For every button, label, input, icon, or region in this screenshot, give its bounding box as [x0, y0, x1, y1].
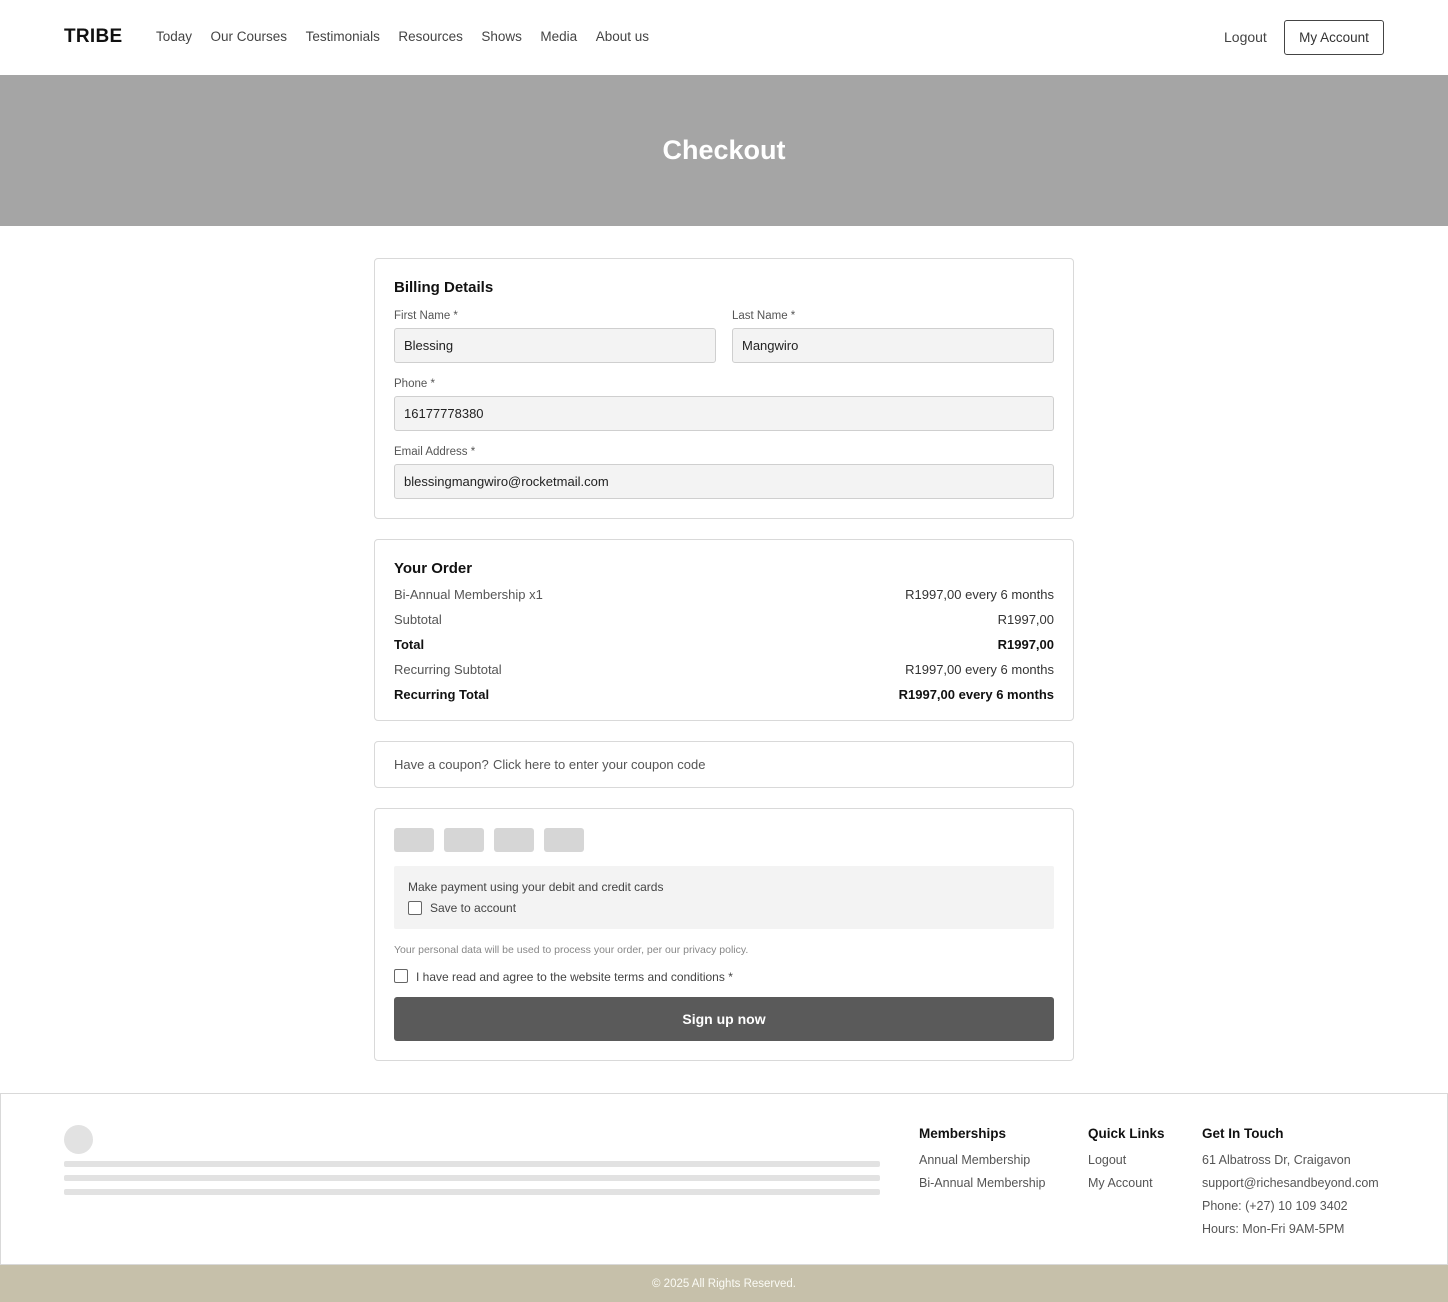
nav-link-media[interactable]: Media: [540, 29, 577, 44]
footer-email-link[interactable]: support@richesandbeyond.com: [1202, 1172, 1379, 1195]
footer-hours: Hours: Mon-Fri 9AM-5PM: [1202, 1222, 1345, 1236]
footer-memberships: Memberships Annual Membership Bi-Annual …: [919, 1126, 1045, 1195]
phone-input[interactable]: [394, 396, 1054, 431]
billing-details-heading: Billing Details: [394, 279, 494, 296]
order-row-subtotal: Subtotal R1997,00: [394, 612, 1054, 627]
page-title: Checkout: [662, 135, 786, 165]
card-payment-box: Make payment using your debit and credit…: [394, 866, 1054, 929]
site-footer: Memberships Annual Membership Bi-Annual …: [0, 1093, 1448, 1265]
hero-banner: Checkout: [0, 75, 1448, 226]
recurring-total-label: Recurring Total: [394, 687, 490, 702]
footer-link-my-account[interactable]: My Account: [1088, 1172, 1165, 1195]
order-row-recurring-total: Recurring Total R1997,00 every 6 months: [394, 687, 1054, 702]
first-name-input[interactable]: [394, 328, 716, 363]
terms-label: I have read and agree to the website ter…: [416, 970, 733, 984]
first-name-label: First Name *: [394, 310, 458, 322]
coupon-prompt: Have a coupon?: [394, 757, 489, 772]
footer-memberships-heading: Memberships: [919, 1126, 1007, 1141]
sign-up-button[interactable]: Sign up now: [394, 997, 1054, 1041]
footer-text-placeholder: [64, 1175, 880, 1181]
payment-method-icon[interactable]: [444, 828, 484, 852]
order-row-total: Total R1997,00: [394, 637, 1054, 652]
footer-contact: Get In Touch 61 Albatross Dr, Craigavon …: [1202, 1126, 1379, 1241]
coupon-card: Have a coupon? Click here to enter your …: [374, 741, 1074, 788]
top-navigation: TRIBE Today Our Courses Testimonials Res…: [0, 0, 1448, 75]
footer-quick-links-heading: Quick Links: [1088, 1126, 1165, 1141]
save-to-account-checkbox[interactable]: [408, 901, 422, 915]
payment-description: Make payment using your debit and credit…: [408, 880, 664, 894]
order-item-label: Bi-Annual Membership x1: [394, 587, 543, 602]
nav-link-about-us[interactable]: About us: [596, 29, 649, 44]
save-to-account-label: Save to account: [430, 901, 517, 915]
order-summary-card: Your Order Bi-Annual Membership x1 R1997…: [374, 539, 1074, 721]
recurring-subtotal-value: R1997,00 every 6 months: [905, 662, 1054, 677]
footer-link-bi-annual-membership[interactable]: Bi-Annual Membership: [919, 1172, 1045, 1195]
payment-method-icon[interactable]: [494, 828, 534, 852]
recurring-subtotal-label: Recurring Subtotal: [394, 662, 502, 677]
coupon-link[interactable]: Click here to enter your coupon code: [493, 757, 705, 772]
last-name-label: Last Name *: [732, 310, 796, 322]
footer-link-annual-membership[interactable]: Annual Membership: [919, 1149, 1045, 1172]
order-row-recurring-subtotal: Recurring Subtotal R1997,00 every 6 mont…: [394, 662, 1054, 677]
footer-phone: Phone: (+27) 10 109 3402: [1202, 1199, 1348, 1213]
payment-method-icon[interactable]: [394, 828, 434, 852]
total-value: R1997,00: [997, 637, 1054, 652]
nav-link-our-courses[interactable]: Our Courses: [211, 29, 288, 44]
nav-link-today[interactable]: Today: [156, 29, 192, 44]
brand-logo[interactable]: TRIBE: [64, 26, 123, 48]
privacy-notice: Your personal data will be used to proce…: [394, 944, 749, 956]
subtotal-label: Subtotal: [394, 612, 442, 627]
main-nav: Today Our Courses Testimonials Resources…: [156, 29, 667, 44]
footer-text-placeholder: [64, 1189, 880, 1195]
footer-contact-heading: Get In Touch: [1202, 1126, 1284, 1141]
payment-card: Make payment using your debit and credit…: [374, 808, 1074, 1061]
nav-link-shows[interactable]: Shows: [481, 29, 522, 44]
footer-address: 61 Albatross Dr, Craigavon: [1202, 1153, 1351, 1167]
my-account-button[interactable]: My Account: [1284, 20, 1384, 55]
order-row-item: Bi-Annual Membership x1 R1997,00 every 6…: [394, 587, 1054, 602]
phone-label: Phone *: [394, 378, 435, 390]
last-name-input[interactable]: [732, 328, 1054, 363]
terms-checkbox[interactable]: [394, 969, 408, 983]
order-item-value: R1997,00 every 6 months: [905, 587, 1054, 602]
nav-link-resources[interactable]: Resources: [398, 29, 463, 44]
email-input[interactable]: [394, 464, 1054, 499]
nav-link-testimonials[interactable]: Testimonials: [306, 29, 380, 44]
subtotal-value: R1997,00: [997, 612, 1054, 627]
footer-quick-links: Quick Links Logout My Account: [1088, 1126, 1165, 1195]
recurring-total-value: R1997,00 every 6 months: [898, 687, 1054, 702]
footer-logo-placeholder: [64, 1125, 93, 1154]
billing-details-card: Billing Details First Name * Last Name *…: [374, 258, 1074, 519]
order-heading: Your Order: [394, 560, 473, 577]
email-label: Email Address *: [394, 446, 476, 458]
footer-link-logout[interactable]: Logout: [1088, 1149, 1165, 1172]
footer-text-placeholder: [64, 1161, 880, 1167]
copyright-bar: © 2025 All Rights Reserved.: [0, 1265, 1448, 1302]
copyright-text: © 2025 All Rights Reserved.: [652, 1277, 796, 1290]
total-label: Total: [394, 637, 425, 652]
payment-method-icon[interactable]: [544, 828, 584, 852]
logout-link[interactable]: Logout: [1224, 29, 1267, 45]
